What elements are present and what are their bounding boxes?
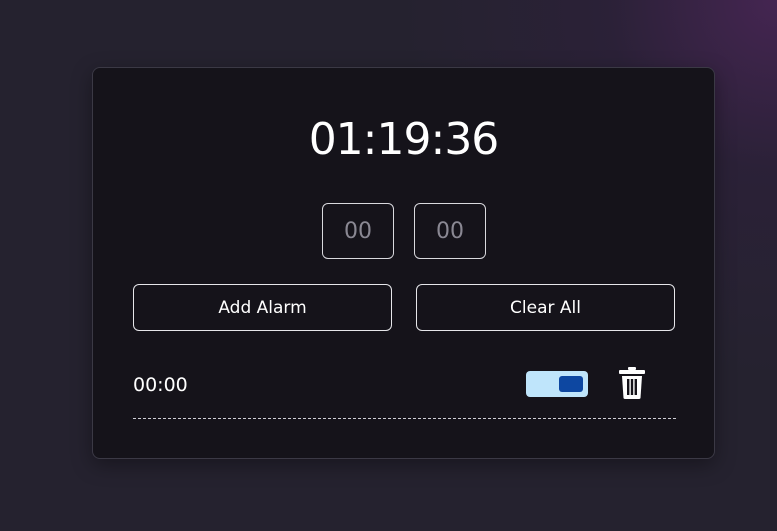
hour-input[interactable] bbox=[322, 203, 394, 259]
minute-input[interactable] bbox=[414, 203, 486, 259]
trash-icon bbox=[619, 367, 645, 399]
alarm-card: 01:19:36 Add Alarm Clear All 00:00 bbox=[92, 67, 715, 459]
clear-all-button[interactable]: Clear All bbox=[416, 284, 675, 331]
alarm-toggle[interactable] bbox=[526, 371, 588, 397]
current-time-display: 01:19:36 bbox=[308, 114, 500, 165]
delete-alarm-button[interactable] bbox=[617, 366, 647, 400]
add-alarm-button[interactable]: Add Alarm bbox=[133, 284, 392, 331]
alarm-list-item: 00:00 bbox=[133, 358, 676, 419]
alarm-time: 00:00 bbox=[133, 374, 188, 396]
toggle-knob bbox=[559, 376, 583, 392]
